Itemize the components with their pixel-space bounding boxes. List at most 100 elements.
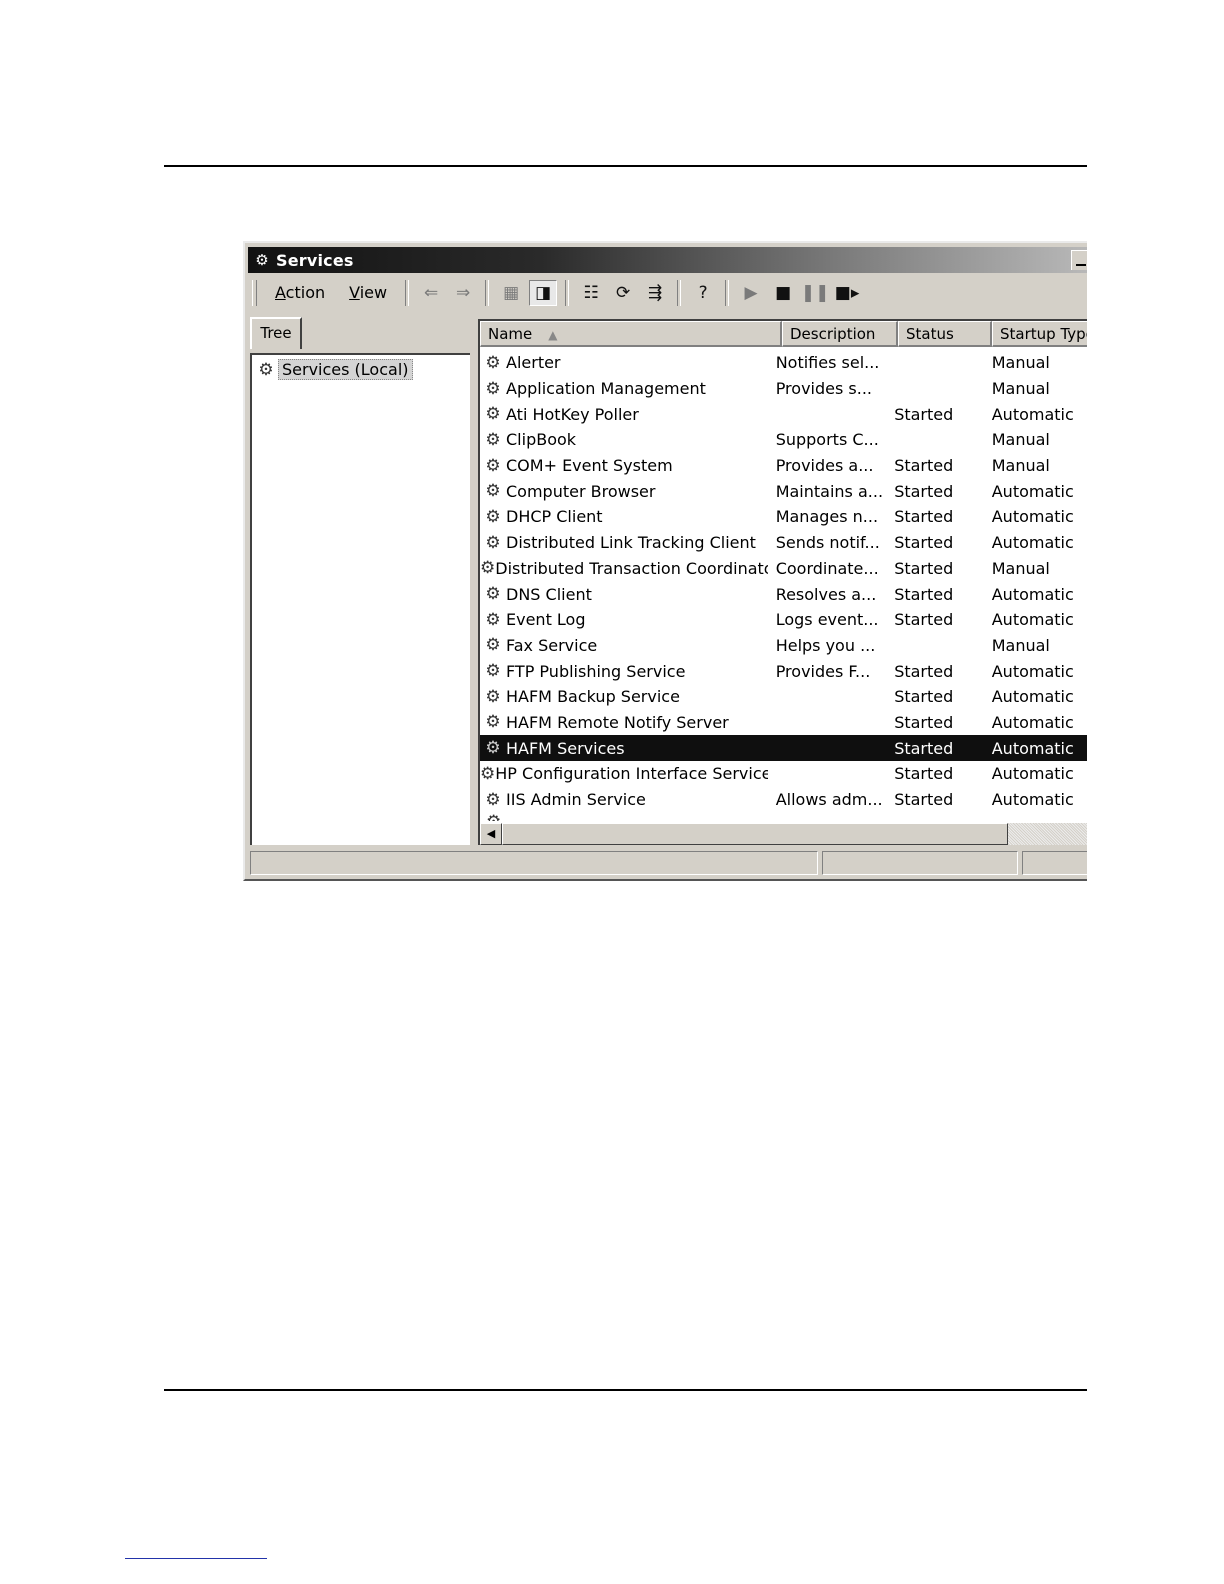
column-header-name[interactable]: Name ▲ [480,321,782,347]
services-gear-icon: ⚙ [486,813,501,821]
service-name: HAFM Remote Notify Server [506,712,729,732]
service-name: Fax Service [506,635,598,655]
cell-name: ⚙ Computer Browser [480,482,768,501]
scroll-left-button[interactable]: ◀ [480,823,502,845]
service-name: Distributed Link Tracking Client [506,533,756,553]
page-top-rule [164,165,1087,167]
cell-status: Started [894,764,954,784]
table-row[interactable]: ⚙ ClipBook Supports C... Manual [480,427,1087,453]
toolbar-separator [485,280,490,306]
column-header-status[interactable]: Status [898,321,992,347]
cell-startup-type: Manual [991,558,1050,578]
service-gear-icon: ⚙ [485,430,501,450]
menu-view[interactable]: View [337,281,399,305]
table-row-selected[interactable]: ⚙ HAFM Services Started Automatic [480,735,1087,761]
cell-name: ⚙ COM+ Event System [480,456,768,475]
table-row[interactable]: ⚙ Fax Service Helps you ... Manual [480,633,1087,659]
show-hide-tree-icon[interactable]: ◨ [529,280,558,306]
table-row[interactable]: ⚙ Application Management Provides s... Manu… [480,376,1087,402]
services-window: ⚙ Services Action View ⇐ ⇒ ▦ ◨ ☷ ⟳ ⇶ ? ▶… [243,241,1087,881]
service-name: COM+ Event System [506,456,673,476]
services-gear-icon: ⚙ [258,359,274,380]
toolbar-separator [405,280,410,306]
pause-service-icon[interactable]: ❚❚ [801,280,830,306]
tree-pane: ⚙ Services (Local) [250,353,470,845]
cell-status: Started [894,661,954,681]
column-header-startup-type[interactable]: Startup Type [992,321,1087,347]
cell-status: Started [894,558,954,578]
refresh-icon[interactable]: ⟳ [609,280,637,306]
table-row[interactable]: ⚙ IIS Admin Service Allows adm... Started Au… [480,787,1087,813]
status-panel-3 [1022,851,1087,875]
minimize-button[interactable] [1071,250,1087,270]
cell-description: Provides s... [775,379,872,399]
table-row[interactable]: ⚙ COM+ Event System Provides a... Started Ma… [480,453,1087,479]
cell-status: Started [894,456,954,476]
cell-startup-type: Automatic [991,481,1074,501]
table-row[interactable]: ⚙ DNS Client Resolves a... Started Automatic [480,581,1087,607]
cell-description: Provides a... [775,456,874,476]
service-gear-icon: ⚙ [485,404,501,424]
service-gear-icon: ⚙ [485,584,501,604]
service-gear-icon: ⚙ [485,661,501,681]
cell-startup-type: Manual [991,456,1050,476]
scroll-thumb[interactable] [502,823,1008,845]
cell-description: Notifies sel... [775,353,880,373]
table-row[interactable]: ⚙ HAFM Remote Notify Server Started Automat… [480,710,1087,736]
restart-service-icon[interactable]: ■▸ [833,280,861,306]
service-gear-icon: ⚙ [485,533,501,553]
cell-status: Started [894,712,954,732]
cell-startup-type: Automatic [991,533,1074,553]
table-row[interactable]: ⚙ HP Configuration Interface Service Start… [480,761,1087,787]
cell-status: Started [894,687,954,707]
tree-node-label: Services (Local) [278,359,413,380]
service-name: HP Configuration Interface Service [495,764,768,784]
cell-description: Helps you ... [775,635,876,655]
service-gear-icon: ⚙ [485,481,501,501]
table-row[interactable]: ⚙ Alerter Notifies sel... Manual [480,350,1087,376]
table-row[interactable]: ⚙ Event Log Logs event... Started Automatic [480,607,1087,633]
services-gear-icon: ⚙ [255,251,269,269]
start-service-icon[interactable]: ▶ [737,280,765,306]
table-row[interactable]: ⚙ Computer Browser Maintains a... Started Au… [480,478,1087,504]
table-row[interactable]: ⚙ Distributed Transaction Coordinator Coor… [480,556,1087,582]
service-gear-icon: ⚙ [485,456,501,476]
table-row[interactable]: ⚙ Ati HotKey Poller Started Automatic [480,401,1087,427]
table-row[interactable]: ⚙ HAFM Backup Service Started Automatic [480,684,1087,710]
service-name: HAFM Services [506,738,625,758]
tree-node-services-local[interactable]: ⚙ Services (Local) [254,359,413,380]
cell-status: Started [894,584,954,604]
horizontal-scrollbar[interactable]: ◀ [480,823,1087,845]
cell-description: Sends notif... [775,533,880,553]
service-name: Application Management [506,379,706,399]
cell-description: Supports C... [775,430,879,450]
menu-action[interactable]: Action [263,281,337,305]
sort-ascending-icon: ▲ [548,328,558,342]
service-gear-icon: ⚙ [485,379,501,399]
cell-name: ⚙ Distributed Transaction Coordinator [480,559,768,578]
column-header-description[interactable]: Description [782,321,898,347]
cell-status: Started [894,790,954,810]
cell-startup-type: Automatic [991,584,1074,604]
cell-description: Resolves a... [775,584,877,604]
cell-startup-type: Automatic [991,738,1074,758]
properties-icon[interactable]: ☷ [577,280,605,306]
stop-service-icon[interactable]: ■ [769,280,797,306]
help-icon[interactable]: ? [689,280,717,306]
up-folder-icon[interactable]: ▦ [497,280,525,306]
table-row[interactable]: ⚙ Distributed Link Tracking Client Sends n… [480,530,1087,556]
table-row[interactable]: ⚙ DHCP Client Manages n... Started Automatic [480,504,1087,530]
table-row[interactable]: ⚙ FTP Publishing Service Provides F... Star… [480,658,1087,684]
toolbar-grip[interactable] [252,280,257,306]
toolbar-separator [565,280,570,306]
back-arrow-icon[interactable]: ⇐ [417,280,445,306]
forward-arrow-icon[interactable]: ⇒ [449,280,477,306]
cell-name: ⚙ HAFM Services [480,739,768,758]
cell-status: Started [894,533,954,553]
tab-tree[interactable]: Tree [250,317,302,349]
cell-name: ⚙ Fax Service [480,636,768,655]
cell-name: ⚙ Event Log [480,610,768,629]
service-rows: ⚙ Alerter Notifies sel... Manual ⚙ Applicatio… [480,350,1087,812]
export-list-icon[interactable]: ⇶ [641,280,669,306]
cell-name: ⚙ Distributed Link Tracking Client [480,533,768,552]
